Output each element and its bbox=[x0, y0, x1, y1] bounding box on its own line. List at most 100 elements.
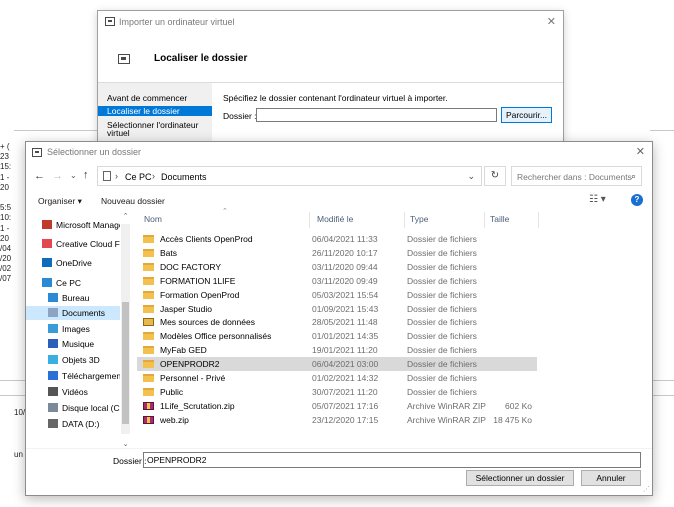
file-modified: 26/11/2020 10:17 bbox=[312, 247, 378, 258]
column-header-size[interactable]: Taille bbox=[490, 214, 509, 224]
close-icon[interactable]: ✕ bbox=[636, 145, 645, 158]
nav-item-data-drive[interactable]: DATA (D:) bbox=[26, 417, 120, 431]
nav-item-label: Bureau bbox=[62, 293, 90, 303]
folder-input[interactable] bbox=[256, 108, 497, 122]
file-type: Dossier de fichiers bbox=[407, 359, 477, 370]
nav-item-this-pc[interactable]: Ce PC bbox=[26, 276, 120, 290]
file-row[interactable]: Modèles Office personnalisés 01/01/2021 1… bbox=[137, 329, 537, 343]
folder-name-input[interactable]: OPENPRODR2 bbox=[143, 452, 641, 468]
column-divider bbox=[309, 212, 310, 228]
organize-button[interactable]: Organiser ▾ bbox=[38, 196, 82, 207]
documents-icon bbox=[103, 171, 111, 181]
wizard-step-locate-folder[interactable]: Localiser le dossier bbox=[98, 106, 212, 116]
column-header-type[interactable]: Type bbox=[410, 214, 428, 224]
background-divider bbox=[0, 395, 26, 396]
help-icon[interactable]: ? bbox=[631, 194, 643, 206]
this-pc-icon bbox=[42, 278, 52, 287]
resize-grip-icon[interactable]: ⋰ bbox=[643, 485, 650, 493]
nav-item-objects-3d[interactable]: Objets 3D bbox=[26, 353, 120, 367]
breadcrumb-this-pc[interactable]: Ce PC bbox=[125, 172, 152, 182]
file-row[interactable]: FORMATION 1LIFE 03/11/2020 09:49 Dossier d… bbox=[137, 274, 537, 288]
column-header-modified[interactable]: Modifié le bbox=[317, 214, 353, 224]
recent-locations-icon[interactable]: ⌄ bbox=[70, 171, 77, 180]
select-folder-button[interactable]: Sélectionner un dossier bbox=[466, 470, 574, 486]
scrollbar-thumb[interactable] bbox=[122, 302, 129, 424]
nav-item-downloads[interactable]: Téléchargements bbox=[26, 369, 120, 383]
title-bar: Importer un ordinateur virtuel ✕ bbox=[98, 11, 563, 33]
desktop-icon bbox=[48, 293, 58, 302]
background-text-line: 10: bbox=[0, 213, 12, 223]
view-options-icon[interactable]: ☷ ▾ bbox=[589, 194, 606, 205]
file-modified: 30/07/2021 11:20 bbox=[312, 386, 378, 397]
file-type: Dossier de fichiers bbox=[407, 386, 477, 397]
close-icon[interactable]: ✕ bbox=[547, 15, 556, 28]
background-divider bbox=[653, 395, 674, 396]
videos-icon bbox=[48, 387, 58, 396]
back-arrow-icon[interactable]: ← bbox=[34, 170, 45, 182]
sort-ascending-icon: ⌃ bbox=[222, 208, 228, 215]
cancel-button[interactable]: Annuler bbox=[581, 470, 641, 486]
address-bar[interactable]: › Ce PC › Documents ⌄ bbox=[97, 166, 482, 186]
nav-item-images[interactable]: Images bbox=[26, 322, 120, 336]
file-type: Dossier de fichiers bbox=[407, 345, 477, 356]
background-text-line: /07 bbox=[0, 274, 12, 284]
instruction-text: Spécifiez le dossier contenant l'ordinat… bbox=[223, 93, 448, 103]
file-row[interactable]: DOC FACTORY 03/11/2020 09:44 Dossier de fi… bbox=[137, 260, 537, 274]
wizard-step-before-begin[interactable]: Avant de commencer bbox=[98, 93, 212, 103]
background-text: un bbox=[14, 450, 23, 459]
forward-arrow-icon[interactable]: → bbox=[52, 170, 63, 182]
file-row[interactable]: OPENPRODR2 06/04/2021 03:00 Dossier de fic… bbox=[137, 357, 537, 372]
file-row[interactable]: Public 30/07/2021 11:20 Dossier de fichier… bbox=[137, 385, 537, 399]
nav-item-documents[interactable]: Documents bbox=[26, 306, 120, 320]
nav-item-desktop[interactable]: Bureau bbox=[26, 291, 120, 305]
scroll-up-icon[interactable]: ⌃ bbox=[121, 212, 130, 220]
file-modified: 01/01/2021 14:35 bbox=[312, 331, 379, 342]
new-folder-button[interactable]: Nouveau dossier bbox=[101, 196, 165, 206]
nav-item-creative-cloud[interactable]: Creative Cloud Fil bbox=[26, 237, 120, 251]
nav-item-local-disk[interactable]: Disque local (C:) bbox=[26, 401, 120, 415]
browse-button[interactable]: Parcourir... bbox=[501, 107, 552, 123]
file-type: Dossier de fichiers bbox=[407, 261, 477, 272]
zip-archive-icon bbox=[143, 415, 154, 424]
nav-item-music[interactable]: Musique bbox=[26, 337, 120, 351]
file-type: Dossier de fichiers bbox=[407, 331, 477, 342]
file-row[interactable]: web.zip 23/12/2020 17:15 Archive WinRAR ZI… bbox=[137, 413, 537, 427]
file-type: Dossier de fichiers bbox=[407, 373, 477, 383]
folder-icon bbox=[143, 387, 154, 396]
file-row[interactable]: Personnel - Privé 01/02/2021 14:32 Dossier… bbox=[137, 371, 537, 385]
background-text-line: /02 bbox=[0, 264, 12, 274]
up-arrow-icon[interactable]: ↑ bbox=[83, 169, 89, 181]
folder-icon bbox=[143, 332, 154, 341]
search-input[interactable]: Rechercher dans : Documents ⌕ bbox=[511, 166, 642, 186]
title-bar: Sélectionner un dossier ✕ bbox=[26, 142, 652, 164]
folder-icon bbox=[143, 374, 154, 382]
background-divider bbox=[0, 380, 26, 381]
file-row[interactable]: MyFab GED 19/01/2021 11:20 Dossier de fich… bbox=[137, 343, 537, 357]
column-divider bbox=[484, 212, 485, 228]
column-header-name[interactable]: Nom bbox=[144, 214, 162, 224]
file-row[interactable]: Accès Clients OpenProd 06/04/2021 11:33 Do… bbox=[137, 232, 537, 246]
wizard-step-select-vm-2[interactable]: virtuel bbox=[98, 128, 212, 138]
file-row[interactable]: Mes sources de données 28/05/2021 11:48 Do… bbox=[137, 315, 537, 329]
chevron-right-icon: › bbox=[152, 171, 155, 181]
file-row[interactable]: Formation OpenProd 05/03/2021 15:54 Dossie… bbox=[137, 288, 537, 302]
refresh-icon[interactable]: ↻ bbox=[484, 166, 506, 186]
file-row[interactable]: 1Life_Scrutation.zip 05/07/2021 17:16 Arch… bbox=[137, 399, 537, 413]
file-type: Dossier de fichiers bbox=[407, 289, 477, 300]
breadcrumb-documents[interactable]: Documents bbox=[161, 172, 207, 182]
file-row[interactable]: Bats 26/11/2020 10:17 Dossier de fichiers bbox=[137, 246, 537, 260]
scroll-down-icon[interactable]: ⌄ bbox=[121, 440, 130, 448]
folder-label: Dossier : bbox=[223, 111, 257, 121]
chevron-down-icon[interactable]: ⌄ bbox=[467, 171, 475, 182]
file-name: OPENPRODR2 bbox=[160, 359, 220, 370]
file-row[interactable]: Jasper Studio 01/09/2021 15:43 Dossier de … bbox=[137, 302, 537, 316]
background-text-line: 20 bbox=[0, 233, 9, 243]
file-type: Dossier de fichiers bbox=[407, 234, 477, 244]
creative-cloud-icon bbox=[42, 239, 52, 248]
background-text-line bbox=[0, 193, 26, 203]
nav-item-onedrive[interactable]: OneDrive bbox=[26, 256, 120, 270]
nav-item-microsoft-manage[interactable]: Microsoft Manage bbox=[26, 218, 120, 232]
background-text-line: 15: bbox=[0, 162, 12, 172]
file-type: Dossier de fichiers bbox=[407, 317, 477, 328]
nav-item-videos[interactable]: Vidéos bbox=[26, 385, 120, 399]
